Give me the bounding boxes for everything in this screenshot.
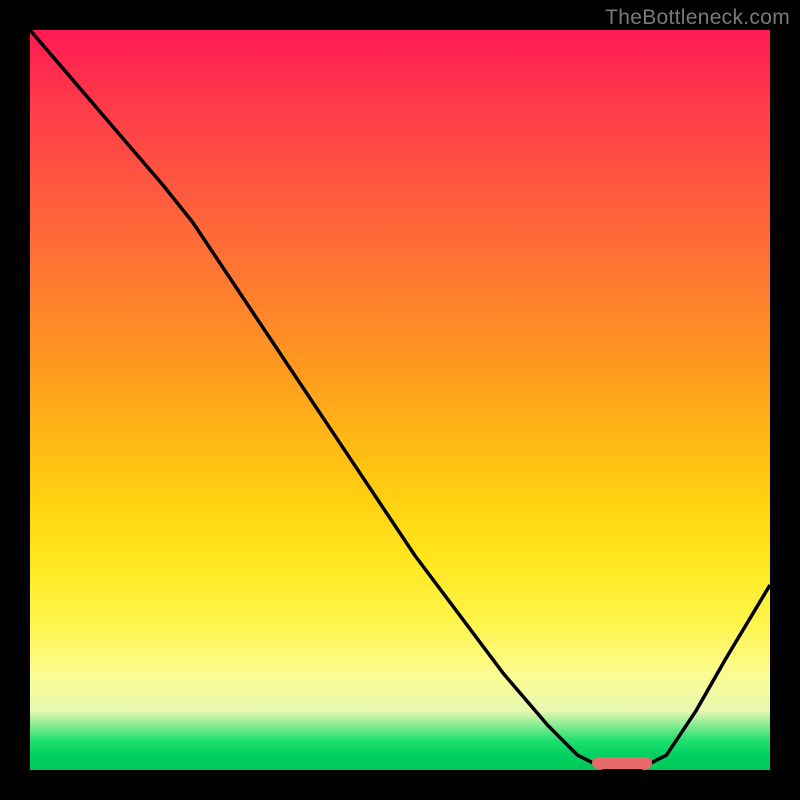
curve-path	[30, 30, 770, 770]
plot-area	[30, 30, 770, 770]
bottleneck-curve	[30, 30, 770, 770]
chart-frame: TheBottleneck.com	[0, 0, 800, 800]
watermark-text: TheBottleneck.com	[605, 6, 790, 30]
accent-bar	[592, 757, 651, 769]
